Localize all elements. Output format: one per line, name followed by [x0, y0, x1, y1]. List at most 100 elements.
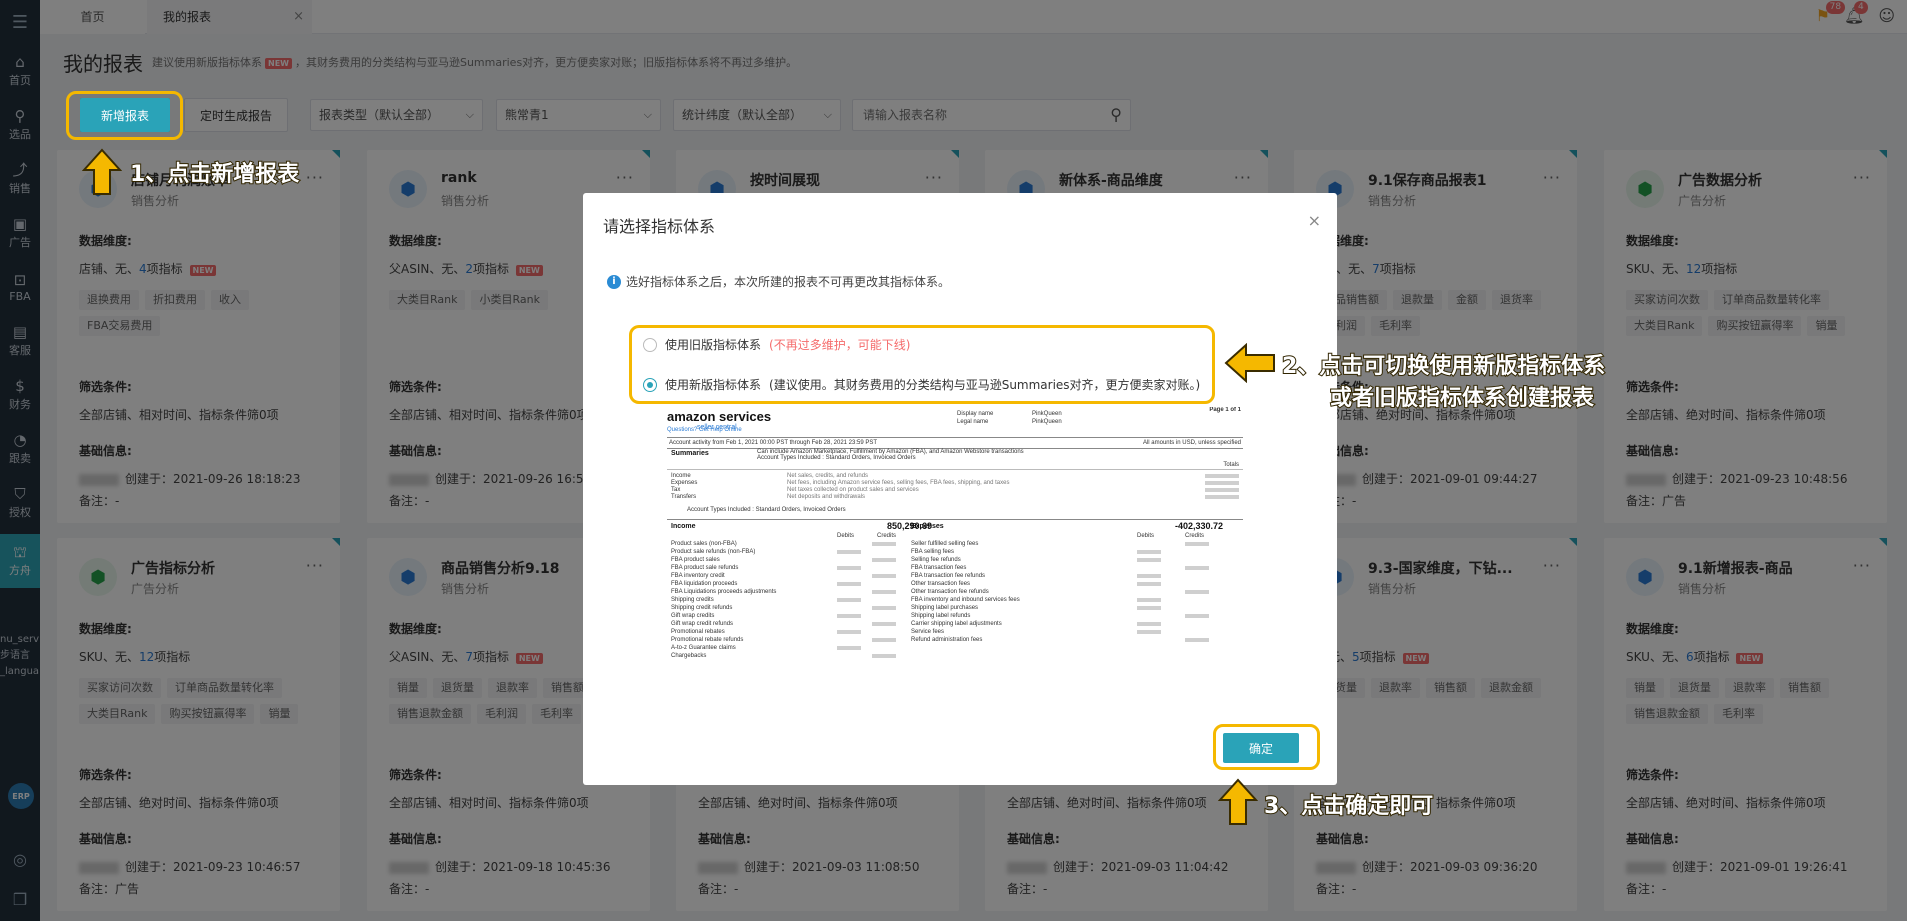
arrow-left-icon	[1224, 343, 1275, 383]
expense-row-label: FBA transaction fees	[911, 565, 967, 571]
account-types: Account Types Included : Standard Orders…	[687, 507, 846, 513]
account-types: Account Types Included : Standard Orders…	[757, 455, 916, 461]
summary-row-note: Net fees, including Amazon service fees,…	[787, 480, 1010, 486]
income-row-label: FBA product sales	[671, 557, 720, 563]
divider	[667, 437, 1243, 438]
expense-row-value	[1137, 582, 1161, 586]
info-icon: i	[607, 274, 621, 289]
legal-name-label: Legal name	[957, 419, 989, 425]
income-row-label: Product sale refunds (non-FBA)	[671, 549, 756, 555]
annotation-step1: 1、点击新增报表	[129, 161, 300, 188]
legal-name: PinkQueen	[1032, 419, 1062, 425]
income-row-value	[872, 590, 896, 594]
annotation-step3: 3、点击确定即可	[1263, 793, 1434, 820]
dialog-info: i 选好指标体系之后，本次所建的报表不可再更改其指标体系。	[607, 273, 950, 290]
expense-row-value	[1137, 550, 1161, 554]
dialog-title: 请选择指标体系	[603, 217, 716, 236]
summary-row-label: Tax	[671, 487, 681, 493]
income-row-value	[837, 566, 861, 570]
income-row-label: Product sales (non-FBA)	[671, 541, 737, 547]
income-row-label: Chargebacks	[671, 653, 707, 659]
income-row-label: Gift wrap credits	[671, 613, 715, 619]
expense-row-label: Other transaction fees	[911, 581, 971, 587]
summary-row-label: Income	[671, 473, 691, 479]
income-row-value	[837, 630, 861, 634]
annotation-step2b: 或者旧版指标体系创建报表	[1329, 385, 1595, 412]
summary-row-value	[1205, 495, 1239, 499]
expense-row-value	[1137, 622, 1161, 626]
credits-label: Credits	[877, 533, 897, 539]
help-link: Questions? Get Help Online	[667, 427, 742, 433]
indicator-system-dialog: 请选择指标体系 × i 选好指标体系之后，本次所建的报表不可再更改其指标体系。 使…	[583, 193, 1337, 785]
expense-row-value	[1137, 606, 1161, 610]
credits-label: Credits	[1185, 533, 1205, 539]
income-row-label: FBA liquidation proceeds	[671, 581, 738, 587]
expense-row-label: Selling fee refunds	[911, 557, 961, 563]
income-row-value	[837, 614, 861, 618]
highlight-frame	[629, 325, 1215, 404]
summary-row-value	[1205, 481, 1239, 485]
income-row-label: FBA product sale refunds	[671, 565, 739, 571]
highlight-frame	[66, 91, 183, 140]
income-row-value	[872, 574, 896, 578]
summary-row-label: Expenses	[671, 480, 698, 486]
display-name-label: Display name	[957, 411, 994, 417]
expense-row-label: FBA selling fees	[911, 549, 955, 555]
expense-row-label: FBA transaction fee refunds	[911, 573, 986, 579]
debits-label: Debits	[1137, 533, 1155, 539]
income-row-value	[872, 558, 896, 562]
expense-row-label: Shipping label refunds	[911, 613, 971, 619]
expense-row-label: Seller fulfilled selling fees	[911, 541, 979, 547]
annotation-step2: 2、点击可切换使用新版指标体系	[1281, 353, 1606, 380]
summary-row-value	[1205, 488, 1239, 492]
expense-row-value	[1185, 614, 1209, 618]
currency-note: All amounts in USD, unless specified	[1142, 440, 1241, 446]
expense-row-value	[1185, 542, 1209, 546]
summary-row-note: Net taxes collected on product sales and…	[787, 487, 919, 493]
income-row-label: FBA Liquidations proceeds adjustments	[671, 589, 777, 595]
income-row-value	[837, 582, 861, 586]
statement-preview: amazon services seller central Questions?…	[667, 407, 1243, 671]
expense-row-label: Refund administration fees	[911, 637, 983, 643]
arrow-up-icon	[1218, 778, 1258, 825]
expense-row-value	[1185, 638, 1209, 642]
expense-row-label: Shipping label purchases	[911, 605, 979, 611]
income-row-label: A-to-z Guarantee claims	[671, 645, 736, 651]
expense-row-label: Service fees	[911, 629, 945, 635]
income-row-label: Promotional rebate refunds	[671, 637, 744, 643]
income-heading: Income	[671, 523, 696, 530]
activity-period: Account activity from Feb 1, 2021 00:00 …	[669, 440, 878, 446]
page-number: Page 1 of 1	[1209, 407, 1241, 413]
income-row-value	[837, 550, 861, 554]
expense-row-value	[1185, 566, 1209, 570]
info-text: 选好指标体系之后，本次所建的报表不可再更改其指标体系。	[626, 275, 951, 289]
close-icon[interactable]: ×	[1308, 211, 1321, 230]
expense-row-value	[1137, 598, 1161, 602]
summary-row-label: Transfers	[671, 494, 697, 500]
expense-row-value	[1185, 590, 1209, 594]
income-row-value	[872, 638, 896, 642]
expenses-heading: Expenses	[911, 523, 944, 530]
income-row-value	[837, 646, 861, 650]
arrow-up-icon	[82, 148, 122, 195]
highlight-frame	[1213, 724, 1320, 770]
divider	[667, 469, 1243, 470]
income-row-label: Shipping credits	[671, 597, 714, 603]
income-row-value	[872, 622, 896, 626]
income-row-value	[837, 598, 861, 602]
income-row-label: Gift wrap credit refunds	[671, 621, 734, 627]
income-row-label: Shipping credit refunds	[671, 605, 733, 611]
income-row-value	[872, 542, 896, 546]
summary-row-note: Net sales, credits, and refunds	[787, 473, 869, 479]
summary-row-value	[1205, 474, 1239, 478]
expense-row-value	[1137, 558, 1161, 562]
totals-label: Totals	[1223, 462, 1239, 468]
debits-label: Debits	[837, 533, 855, 539]
logo-text: amazon services	[667, 409, 772, 424]
income-row-label: Promotional rebates	[671, 629, 725, 635]
expenses-total: -402,330.72	[1175, 521, 1224, 531]
income-row-value	[872, 606, 896, 610]
expense-row-label: FBA inventory and inbound services fees	[911, 597, 1020, 603]
summaries-heading: Summaries	[671, 450, 709, 457]
expense-row-value	[1137, 630, 1161, 634]
